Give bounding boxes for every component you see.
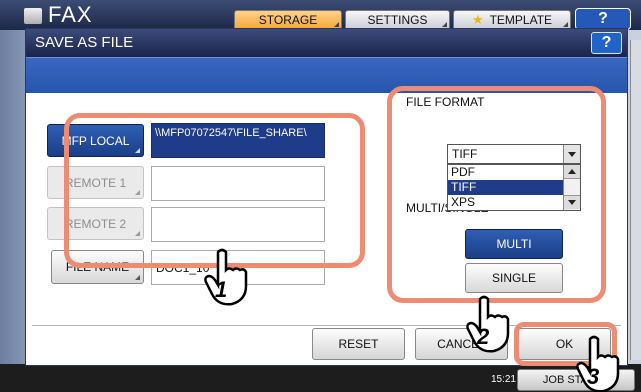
step-2-number: 2: [476, 324, 490, 349]
reset-button[interactable]: RESET: [312, 328, 405, 360]
tab-settings-label: SETTINGS: [367, 13, 428, 27]
corner-arrow-icon: [334, 22, 339, 27]
tab-settings[interactable]: SETTINGS: [345, 10, 450, 30]
tab-storage[interactable]: STORAGE: [234, 10, 342, 30]
fax-icon: [24, 8, 42, 24]
app-help-button[interactable]: ?: [575, 8, 631, 30]
app-title: FAX: [48, 2, 93, 27]
highlight-file-format: [387, 86, 606, 303]
clock-time: 15:21: [490, 374, 516, 385]
highlight-destinations: [64, 113, 365, 268]
step-3-number: 3: [587, 364, 599, 389]
corner-arrow-icon: [442, 22, 447, 27]
dialog-help-button[interactable]: ?: [591, 32, 622, 54]
star-icon: ★: [471, 12, 484, 27]
tab-storage-label: STORAGE: [258, 13, 318, 27]
pointing-hand-icon: 3: [576, 335, 620, 392]
tab-template-label: TEMPLATE: [489, 13, 553, 27]
tab-template[interactable]: ★ TEMPLATE: [453, 10, 571, 30]
pointing-hand-icon: 2: [466, 295, 510, 353]
corner-arrow-icon: [563, 22, 568, 27]
step-1-number: 1: [215, 277, 227, 302]
pointing-hand-icon: 1: [204, 248, 248, 306]
dialog-title-bar: SAVE AS FILE ?: [26, 29, 627, 57]
app-side-strip: [630, 40, 641, 360]
dialog-title: SAVE AS FILE: [35, 34, 134, 51]
corner-arrow-icon: [135, 275, 140, 280]
